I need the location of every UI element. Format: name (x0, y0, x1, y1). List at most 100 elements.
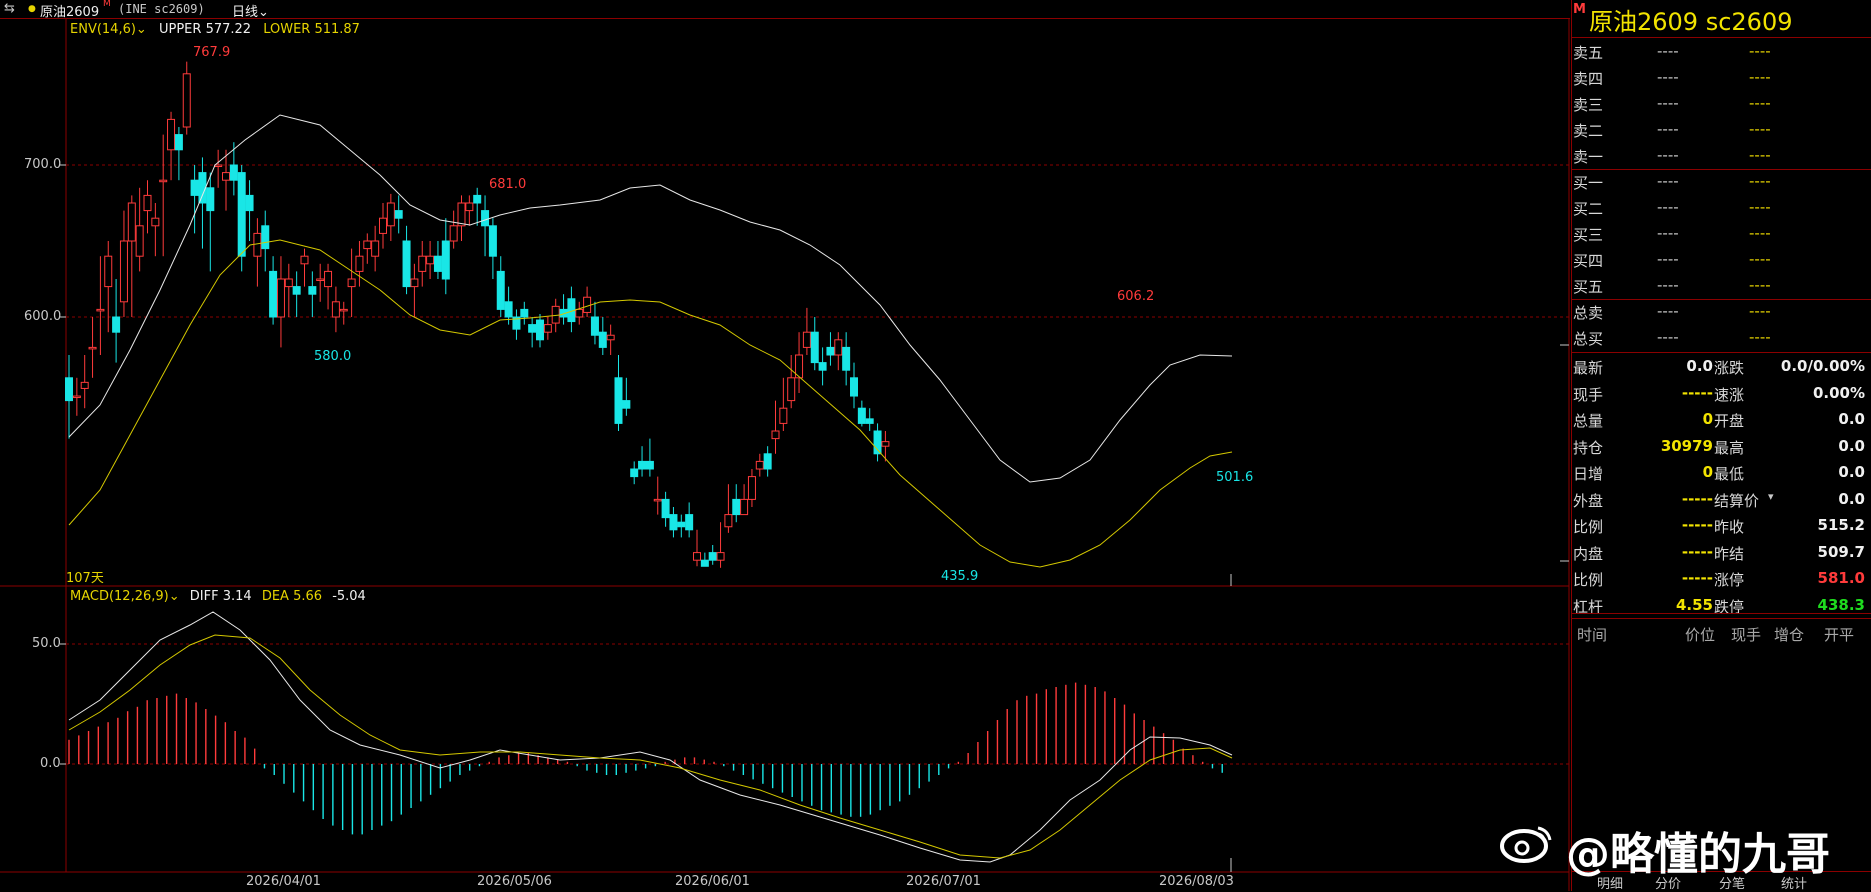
diff-value: 3.14 (222, 589, 252, 604)
candle-body (229, 164, 238, 181)
buy-row[interactable]: 买一 ---- ---- (1573, 172, 1771, 193)
chart-canvas[interactable] (0, 0, 1571, 891)
candle-body (379, 217, 387, 234)
buy-row-label: 买一 (1573, 174, 1604, 192)
buy-row-label: 买二 (1573, 200, 1604, 218)
candle-body (441, 240, 450, 280)
lower-band-line (68, 239, 1233, 568)
total-placeholder: ---- (1749, 328, 1771, 346)
price-placeholder: ---- (1657, 94, 1679, 112)
candle-body (661, 498, 670, 519)
stat-label: 最低 (1714, 465, 1745, 483)
macd-indicator-header[interactable]: MACD(12,26,9)⌄ DIFF 3.14 DEA 5.66 -5.04 (70, 589, 366, 604)
candle-body (426, 255, 435, 265)
buy-row[interactable]: 买二 ---- ---- (1573, 198, 1771, 219)
candle-body (771, 430, 780, 440)
stat-label: 涨停 (1714, 571, 1745, 589)
stat-label: 开盘 (1714, 412, 1745, 430)
x-axis-date: 2026/05/06 (477, 874, 552, 889)
candlestick-series (65, 61, 890, 568)
sell-row[interactable]: 卖一 ---- ---- (1573, 146, 1771, 167)
total-placeholder: ---- (1657, 328, 1679, 346)
candle-body (504, 301, 513, 318)
chevron-down-icon[interactable]: ▾ (1768, 490, 1774, 503)
stat-value: 0.0 (1838, 410, 1865, 428)
trade-header-volume[interactable]: 现手 (1731, 624, 1761, 645)
diff-label: DIFF (189, 589, 219, 604)
macd-y-tick-50: 50.0 (32, 636, 61, 651)
candle-body (865, 418, 874, 424)
total-placeholder: ---- (1657, 302, 1679, 320)
candle-body (222, 172, 230, 181)
stat-label: 昨收 (1714, 518, 1745, 536)
candle-body (669, 514, 678, 531)
env-indicator-header[interactable]: ENV(14,6)⌄ UPPER 577.22 LOWER 511.87 (70, 22, 360, 37)
candle-body (363, 240, 372, 250)
candle-body (528, 324, 537, 333)
volume-placeholder: ---- (1749, 68, 1771, 86)
volume-placeholder: ---- (1749, 276, 1771, 294)
candle-body (300, 255, 309, 265)
stat-value: 0 (1702, 463, 1713, 481)
stat-label: 比例 (1573, 518, 1604, 536)
candle-body (755, 460, 764, 470)
volume-placeholder: ---- (1749, 94, 1771, 112)
candle-body (355, 255, 364, 272)
candle-body (339, 308, 348, 312)
x-axis-date: 2026/07/01 (906, 874, 981, 889)
price-placeholder: ---- (1657, 42, 1679, 60)
volume-placeholder: ---- (1749, 120, 1771, 138)
macd-name: MACD(12,26,9) (70, 589, 169, 604)
candle-body (198, 172, 207, 204)
candle-body (536, 319, 544, 341)
candle-body (253, 232, 262, 257)
candle-body (826, 346, 835, 356)
sell-row-label: 卖二 (1573, 122, 1604, 140)
candle-body (119, 240, 128, 303)
high-label: 767.9 (193, 45, 231, 60)
candle-body (347, 278, 356, 288)
candle-body (763, 453, 772, 470)
candle-body (214, 164, 223, 167)
candle-body (740, 498, 749, 516)
candle-body (881, 441, 890, 447)
trade-header-oi-change[interactable]: 增仓 (1774, 624, 1804, 645)
sell-row[interactable]: 卖二 ---- ---- (1573, 120, 1771, 141)
sell-row[interactable]: 卖五 ---- ---- (1573, 42, 1771, 63)
sell-row[interactable]: 卖三 ---- ---- (1573, 94, 1771, 115)
candle-body (630, 468, 639, 478)
high-label: 606.2 (1117, 289, 1155, 304)
total-row: 总买 ---- ---- (1573, 328, 1771, 349)
stat-label: 内盘 (1573, 544, 1604, 563)
candle-body (614, 377, 623, 424)
candle-body (433, 255, 442, 272)
candle-body (488, 225, 497, 257)
candle-body (724, 514, 733, 528)
buy-row[interactable]: 买三 ---- ---- (1573, 224, 1771, 245)
trade-header-price[interactable]: 价位 (1685, 624, 1715, 645)
volume-placeholder: ---- (1749, 146, 1771, 164)
candle-body (520, 308, 529, 318)
candle-body (316, 278, 325, 281)
y-tick-600: 600.0 (24, 309, 62, 324)
candle-body (167, 118, 176, 151)
total-row: 总卖 ---- ---- (1573, 302, 1771, 323)
price-placeholder: ---- (1657, 68, 1679, 86)
candle-body (402, 240, 411, 288)
stat-value: 581.0 (1817, 569, 1865, 587)
price-placeholder: ---- (1657, 120, 1679, 138)
lower-value: 511.87 (314, 22, 360, 37)
candle-body (88, 346, 97, 350)
buy-row[interactable]: 买五 ---- ---- (1573, 276, 1771, 297)
price-placeholder: ---- (1657, 276, 1679, 294)
candle-body (810, 331, 819, 364)
stat-value: 0.0 (1838, 489, 1865, 508)
candle-body (72, 395, 81, 399)
buy-row[interactable]: 买四 ---- ---- (1573, 250, 1771, 271)
trade-header-open-close[interactable]: 开平 (1824, 624, 1854, 645)
trade-header-time[interactable]: 时间 (1577, 624, 1607, 645)
candle-body (174, 134, 183, 151)
weibo-logo-icon (1498, 820, 1558, 864)
sell-row[interactable]: 卖四 ---- ---- (1573, 68, 1771, 89)
candle-body (96, 308, 105, 312)
